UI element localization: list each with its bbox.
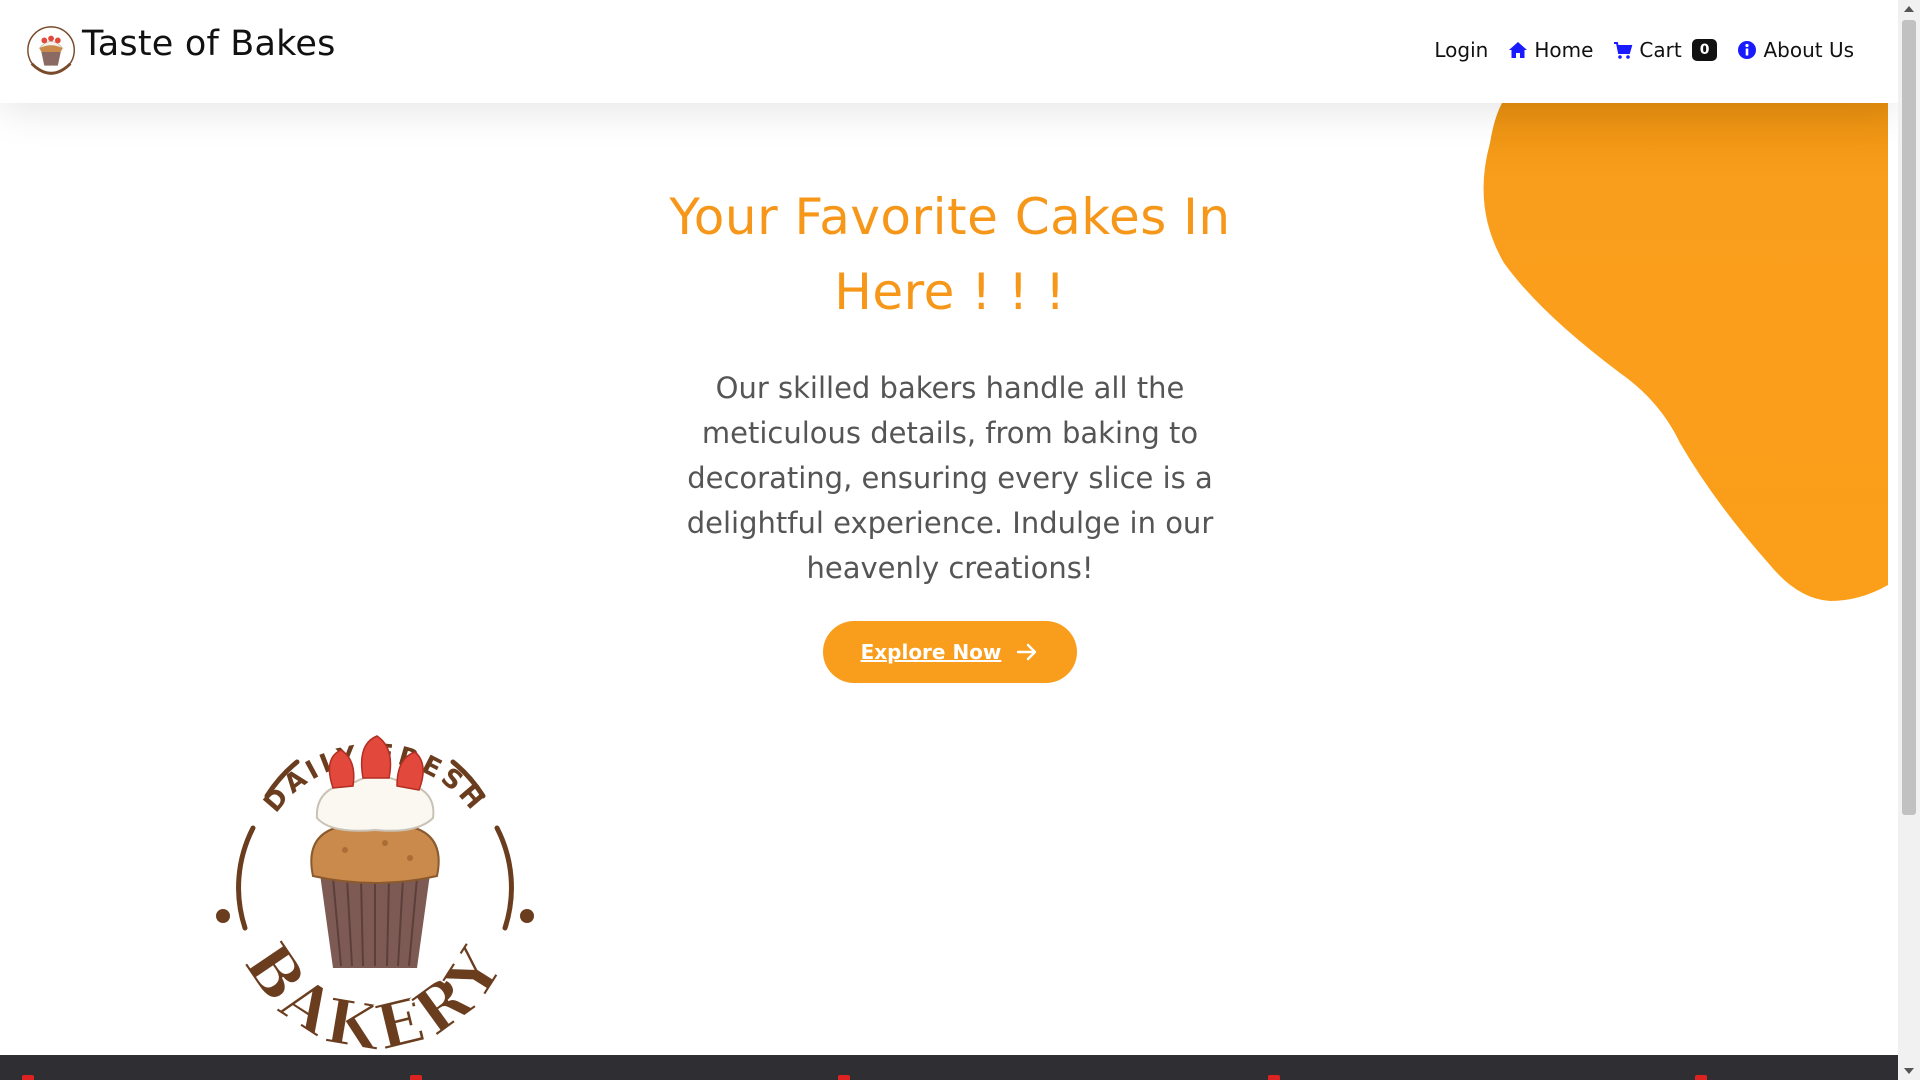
daily-fresh-bakery-badge: DAILY FRESH BAKERY: [216, 735, 534, 1056]
scroll-thumb[interactable]: [1902, 20, 1916, 815]
scroll-up-button[interactable]: [1898, 0, 1920, 18]
hero-title: Your Favorite Cakes In Here ! ! !: [669, 188, 1231, 321]
brand-name: Taste of Bakes: [82, 24, 336, 64]
nav-home-label: Home: [1534, 38, 1594, 62]
nav-home[interactable]: Home: [1508, 38, 1593, 62]
scrollbar[interactable]: [1898, 0, 1920, 1080]
explore-now-button[interactable]: Explore Now: [823, 621, 1077, 683]
cart-count-badge: 0: [1691, 39, 1718, 61]
nav-about[interactable]: About Us: [1737, 38, 1854, 62]
footer-mark-icon: [838, 1075, 850, 1080]
chevron-down-icon: [1904, 1068, 1914, 1074]
chevron-up-icon: [1904, 6, 1914, 12]
footer-mark-icon: [1695, 1075, 1707, 1080]
cart-icon: [1614, 42, 1633, 59]
arrow-right-icon: [1017, 643, 1037, 661]
home-icon: [1509, 42, 1528, 58]
info-icon: [1738, 41, 1757, 59]
footer: [0, 1055, 1898, 1080]
hero-description: Our skilled bakers handle all the meticu…: [686, 371, 1214, 585]
footer-mark-icon: [22, 1075, 34, 1080]
nav-login[interactable]: Login: [1434, 38, 1488, 62]
nav-cart-label: Cart: [1639, 38, 1682, 62]
brand[interactable]: Taste of Bakes: [24, 18, 336, 88]
nav-login-label: Login: [1434, 38, 1489, 62]
scroll-down-button[interactable]: [1898, 1062, 1920, 1080]
explore-now-label: Explore Now: [860, 640, 1002, 664]
navbar: Taste of Bakes Login Home Cart 0 About U…: [0, 0, 1898, 103]
nav-links: Login Home Cart 0 About Us: [1434, 38, 1854, 62]
nav-cart[interactable]: Cart 0: [1613, 38, 1718, 62]
hero-section: Your Favorite Cakes In Here ! ! ! Our sk…: [640, 180, 1260, 683]
cupcake-icon: [310, 735, 440, 968]
nav-about-label: About Us: [1763, 38, 1854, 62]
footer-mark-icon: [1268, 1075, 1280, 1080]
bakery-logo-icon: [27, 26, 75, 75]
footer-mark-icon: [410, 1075, 422, 1080]
orange-blob-decoration: [1483, 103, 1888, 601]
